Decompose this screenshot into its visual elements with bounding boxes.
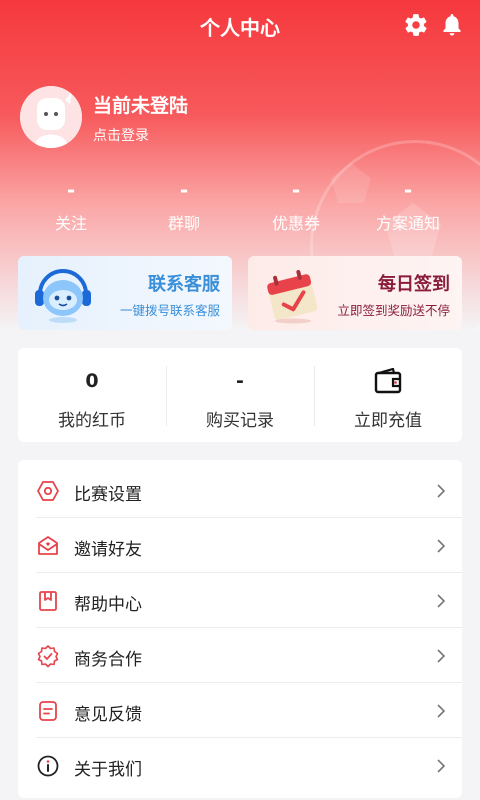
purchase-history[interactable]: - 购买记录 (166, 348, 314, 442)
menu-item-business-cooperation[interactable]: 商务合作 (18, 628, 462, 683)
calendar-check-icon (267, 269, 318, 324)
robot-mascot-icon (35, 269, 91, 323)
avatar-placeholder-icon (20, 86, 82, 148)
menu-item-match-settings[interactable]: 比赛设置 (18, 463, 462, 518)
menu-item-invite-friends[interactable]: 邀请好友 (18, 518, 462, 573)
chevron-right-icon (437, 759, 446, 773)
login-link[interactable]: 点击登录 (93, 125, 149, 145)
wallet-icon (374, 368, 402, 394)
stat-value: - (291, 178, 301, 202)
stat-label: 优惠券 (271, 214, 320, 233)
chevron-right-icon (437, 539, 446, 553)
menu-item-label: 关于我们 (74, 760, 142, 780)
menu-item-help-center[interactable]: 帮助中心 (18, 573, 462, 628)
stat-value: - (179, 178, 189, 202)
stat-label: 关注 (54, 214, 87, 233)
stat-plan-notice[interactable]: - 方案通知 (353, 178, 463, 234)
menu-item-about-us[interactable]: 关于我们 (18, 738, 462, 793)
red-coin-label: 我的红币 (58, 411, 126, 431)
feedback-icon (39, 701, 57, 721)
recharge-label: 立即充值 (354, 411, 422, 431)
menu-item-label: 帮助中心 (74, 595, 142, 615)
menu-item-label: 商务合作 (74, 650, 142, 670)
menu-item-label: 邀请好友 (74, 540, 142, 560)
menu-item-label: 比赛设置 (74, 485, 142, 505)
stat-value: - (66, 178, 76, 202)
stat-value: - (403, 178, 413, 202)
customer-service-subtitle: 一键拨号联系客服 (119, 303, 220, 318)
gear-icon[interactable] (403, 12, 429, 38)
hexagon-icon (37, 481, 59, 501)
recharge-now[interactable]: 立即充值 (314, 348, 462, 442)
customer-service-title: 联系客服 (148, 274, 220, 295)
red-coin-value: 0 (85, 370, 99, 392)
purchase-history-value: - (236, 370, 244, 392)
stat-follow[interactable]: - 关注 (16, 178, 126, 234)
menu-item-feedback[interactable]: 意见反馈 (18, 683, 462, 738)
envelope-heart-icon (38, 536, 58, 555)
chevron-right-icon (437, 649, 446, 663)
account-summary-panel: 0 我的红币 - 购买记录 立即充值 (18, 348, 462, 442)
badge-check-icon (37, 645, 59, 668)
info-icon (37, 755, 59, 777)
menu-item-label: 意见反馈 (74, 705, 142, 725)
customer-service-card[interactable]: 联系客服 一键拨号联系客服 (18, 256, 232, 330)
daily-checkin-title: 每日签到 (378, 274, 450, 295)
avatar[interactable] (20, 86, 82, 148)
stat-label: 方案通知 (375, 214, 440, 233)
stat-coupons[interactable]: - 优惠券 (241, 178, 351, 234)
purchase-history-label: 购买记录 (206, 411, 274, 431)
daily-checkin-card[interactable]: 每日签到 立即签到奖励送不停 (248, 256, 462, 330)
chevron-right-icon (437, 704, 446, 718)
daily-checkin-subtitle: 立即签到奖励送不停 (337, 303, 450, 318)
settings-menu: 比赛设置 邀请好友 帮助中心 商务合作 意见反馈 关于我们 (18, 460, 462, 798)
bookmark-icon (39, 591, 57, 611)
stat-group-chat[interactable]: - 群聊 (129, 178, 239, 234)
chevron-right-icon (437, 484, 446, 498)
chevron-right-icon (437, 594, 446, 608)
stat-label: 群聊 (167, 214, 200, 233)
red-coin-balance[interactable]: 0 我的红币 (18, 348, 166, 442)
login-status[interactable]: 当前未登陆 (93, 91, 188, 118)
bell-icon[interactable] (440, 12, 464, 38)
